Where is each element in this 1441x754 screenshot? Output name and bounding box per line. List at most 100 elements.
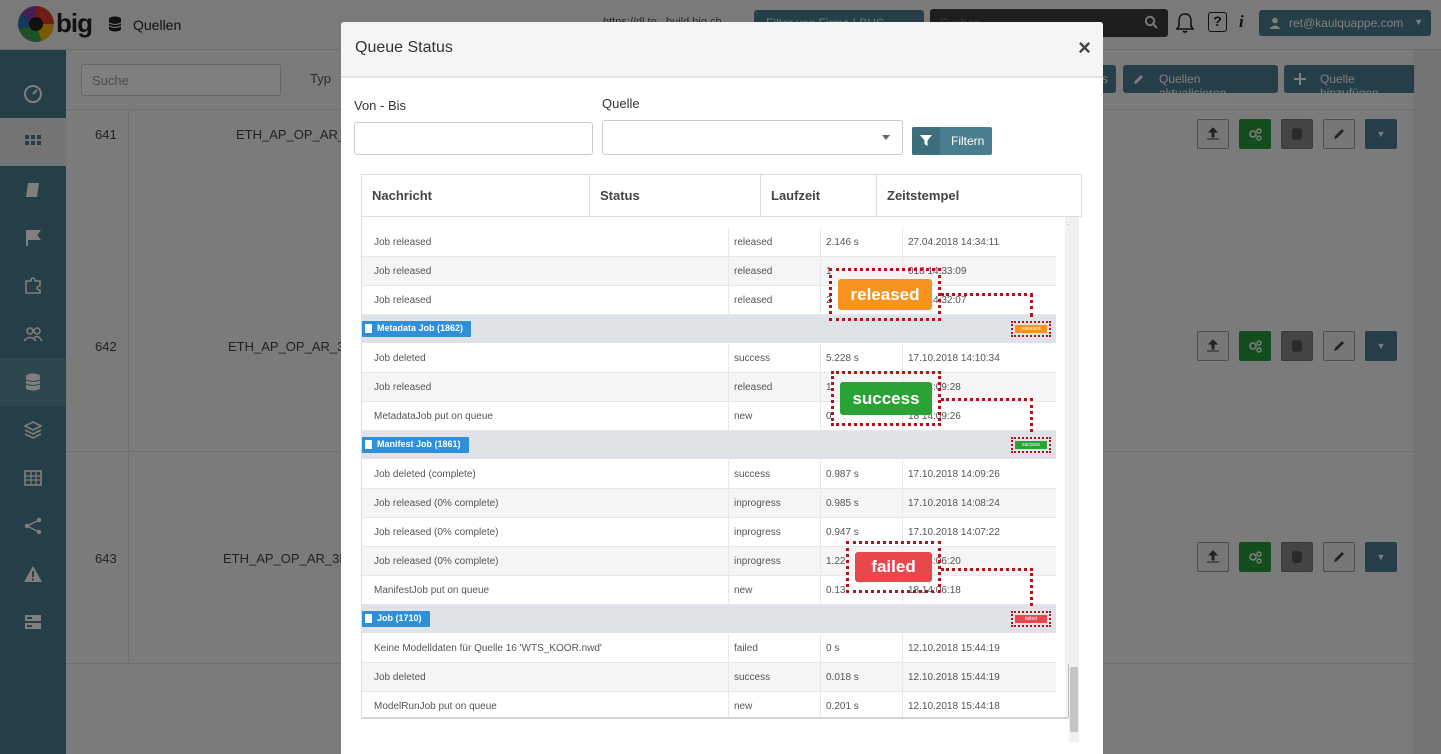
released-badge-large: released: [838, 279, 932, 310]
chevron-down-icon: [882, 135, 890, 140]
list-item: ManifestJob put on queue new 0.13 18 14:06:…: [362, 576, 1056, 605]
cell-divider: [902, 460, 903, 489]
message: MetadataJob put on queue: [374, 411, 493, 422]
cell-divider: [820, 373, 821, 402]
group-header: Metadata Job (1862) released: [362, 315, 1056, 343]
filter-icon: [920, 135, 932, 146]
message: Job released: [374, 266, 432, 277]
modal-header: Queue Status ×: [341, 22, 1103, 78]
cell-divider: [820, 489, 821, 518]
cell-divider: [820, 518, 821, 547]
message: ModelRunJob put on queue: [374, 701, 497, 712]
cell-divider: [902, 489, 903, 518]
cell-divider: [820, 692, 821, 717]
close-icon[interactable]: ×: [1078, 37, 1091, 59]
column-header-timestamp[interactable]: Zeitstempel: [877, 175, 1081, 216]
timestamp: 12.10.2018 15:44:19: [908, 672, 1000, 683]
timestamp: 17.10.2018 14:09:26: [908, 469, 1000, 480]
queue-table-header: Nachricht Status Laufzeit Zeitstempel: [361, 174, 1082, 217]
list-item: Job released released 1 018 14:33:09: [362, 257, 1056, 286]
callout-connector: [941, 398, 1033, 401]
cell-divider: [728, 402, 729, 431]
cell-divider: [728, 286, 729, 315]
cell-divider: [902, 344, 903, 373]
scrollbar-thumb[interactable]: [1070, 667, 1078, 732]
callout-connector: [1030, 568, 1033, 606]
column-header-message[interactable]: Nachricht: [362, 175, 590, 216]
list-item: Job released (0% complete) inprogress 1.22…: [362, 547, 1056, 576]
cell-divider: [728, 547, 729, 576]
timestamp: 12.10.2018 15:44:19: [908, 643, 1000, 654]
column-header-runtime[interactable]: Laufzeit: [761, 175, 877, 216]
badge-success: success: [1015, 441, 1047, 449]
runtime: 1.22: [826, 556, 846, 567]
callout-connector: [941, 568, 1033, 571]
cell-divider: [902, 663, 903, 692]
timestamp: 12.10.2018 15:44:18: [908, 701, 1000, 712]
list-item: Job released (0% complete) inprogress 0.98…: [362, 489, 1056, 518]
message: Job deleted: [374, 672, 426, 683]
list-item: Job deleted success 5.228 s 17.10.2018 14:1…: [362, 344, 1056, 373]
list-item: Job released (0% complete) inprogress 0.94…: [362, 518, 1056, 547]
filter-button[interactable]: Filtern: [912, 127, 992, 155]
callout-connector: [941, 293, 1033, 296]
status-badge: success: [1011, 437, 1051, 453]
list-item: Job deleted success 0.018 s 12.10.2018 15:4…: [362, 663, 1056, 692]
status: success: [734, 672, 771, 683]
runtime: 2.146 s: [826, 237, 859, 248]
runtime: 0.018 s: [826, 672, 859, 683]
message: Job released (0% complete): [374, 498, 499, 509]
timestamp: 27.04.2018 14:34:11: [908, 237, 1000, 248]
message: Job deleted: [374, 353, 426, 364]
cell-divider: [728, 228, 729, 257]
timestamp: 17.10.2018 14:08:24: [908, 498, 1000, 509]
message: Job released: [374, 382, 432, 393]
list-item: Job deleted (complete) success 0.987 s 17.1…: [362, 460, 1056, 489]
runtime: 5.228 s: [826, 353, 859, 364]
list-item: MetadataJob put on queue new 0 18 14:09:26: [362, 402, 1056, 431]
runtime: 0 s: [826, 643, 840, 654]
runtime: 0.947 s: [826, 527, 859, 538]
filter-button-label: Filtern: [951, 134, 985, 148]
callout-connector: [1030, 398, 1033, 432]
status: failed: [734, 643, 758, 654]
message: ManifestJob put on queue: [374, 585, 490, 596]
list-item: Job released released 2 018 14:32:07: [362, 286, 1056, 315]
cell-divider: [728, 460, 729, 489]
status: released: [734, 295, 773, 306]
cell-divider: [820, 547, 821, 576]
message: Job released: [374, 295, 432, 306]
status: released: [734, 237, 773, 248]
cell-divider: [820, 634, 821, 663]
column-header-status[interactable]: Status: [590, 175, 761, 216]
status: released: [734, 382, 773, 393]
runtime: 0.201 s: [826, 701, 859, 712]
message: Job released (0% complete): [374, 556, 499, 567]
date-range-label: Von - Bis: [354, 98, 407, 113]
released-callout: released: [829, 268, 941, 321]
date-range-input[interactable]: [354, 122, 593, 155]
cell-divider: [902, 634, 903, 663]
group-tag: Metadata Job (1862): [362, 321, 472, 343]
cell-divider: [902, 692, 903, 717]
cell-divider: [820, 257, 821, 286]
status: new: [734, 701, 753, 712]
success-badge-large: success: [840, 382, 932, 415]
list-item: Job released released 2.146 s 27.04.2018 14…: [362, 228, 1056, 257]
cell-divider: [728, 663, 729, 692]
timestamp: 17.10.2018 14:10:34: [908, 353, 1000, 364]
queue-status-modal: Queue Status × Von - Bis Quelle Filtern …: [341, 22, 1103, 754]
status: inprogress: [734, 527, 781, 538]
runtime: 0.987 s: [826, 469, 859, 480]
timestamp: 17.10.2018 14:07:22: [908, 527, 1000, 538]
cell-divider: [820, 344, 821, 373]
status: new: [734, 585, 753, 596]
failed-badge-large: failed: [855, 552, 932, 582]
status: success: [734, 353, 771, 364]
source-select[interactable]: [602, 120, 903, 155]
cell-divider: [728, 257, 729, 286]
group-header: Manifest Job (1861) success: [362, 431, 1056, 459]
cell-divider: [728, 692, 729, 717]
cell-divider: [902, 228, 903, 257]
modal-scrollbar[interactable]: [1069, 217, 1079, 742]
